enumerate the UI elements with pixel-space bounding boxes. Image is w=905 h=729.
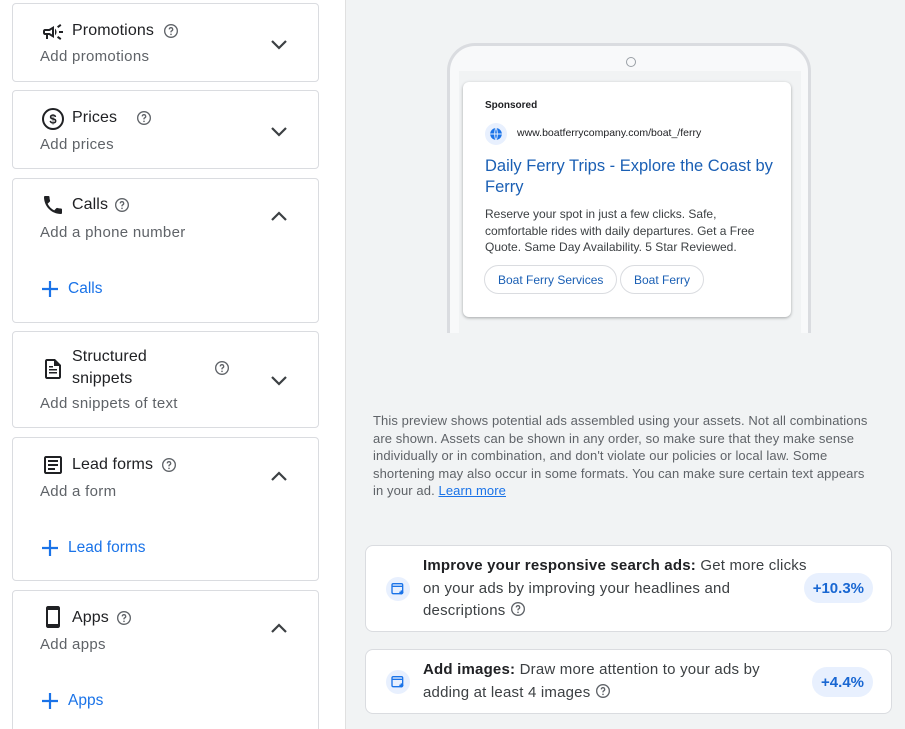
globe-icon <box>485 123 507 145</box>
section-title: Calls <box>72 196 109 213</box>
section-subtitle: Add prices <box>40 136 114 153</box>
ad-headline: Daily Ferry Trips - Explore the Coast by… <box>485 157 773 196</box>
ad-preview-card: Sponsored www.boatferrycompany.com/boat_… <box>463 82 791 317</box>
section-subtitle: Add a form <box>40 483 117 500</box>
section-title: Promotions <box>72 22 154 39</box>
section-title: Prices <box>72 109 118 126</box>
apps-section: Apps Add apps Apps <box>12 590 319 729</box>
smartphone-icon <box>41 605 65 629</box>
sitelink-chip: Boat Ferry <box>620 265 705 294</box>
asset-sections-column: Promotions Add promotions $ Prices Add p… <box>0 0 345 729</box>
sitelink-chip: Boat Ferry Services <box>484 265 618 294</box>
help-icon[interactable] <box>116 610 132 626</box>
dollar-icon: $ <box>41 107 65 131</box>
phone-camera <box>626 57 636 67</box>
section-subtitle: Add apps <box>40 636 106 653</box>
uplift-badge: +4.4% <box>812 667 873 697</box>
section-subtitle: Add promotions <box>40 48 150 65</box>
help-icon[interactable] <box>163 23 179 39</box>
chevron-down-icon[interactable] <box>269 34 289 54</box>
promotions-section[interactable]: Promotions Add promotions <box>12 3 319 82</box>
structured-snippets-section[interactable]: Structured snippets Add snippets of text <box>12 331 319 428</box>
recommendation-text: Improve your responsive search ads: Get … <box>423 555 808 623</box>
add-button-label: Lead forms <box>68 539 146 556</box>
preview-disclaimer: This preview shows potential ads assembl… <box>373 412 873 500</box>
section-title-line2: snippets <box>72 370 133 387</box>
lead-forms-section: Lead forms Add a form Lead forms <box>12 437 319 581</box>
ad-description: Reserve your spot in just a few clicks. … <box>485 207 755 254</box>
chevron-down-icon[interactable] <box>269 370 289 390</box>
help-icon[interactable] <box>161 457 177 473</box>
add-button-label: Calls <box>68 280 103 297</box>
ad-edit-icon <box>386 670 410 694</box>
section-subtitle: Add a phone number <box>40 224 186 241</box>
megaphone-icon <box>41 20 65 44</box>
section-title: Apps <box>72 609 109 626</box>
recommendation-text: Add images: Draw more attention to your … <box>423 659 808 704</box>
plus-icon <box>42 540 58 556</box>
prices-section[interactable]: $ Prices Add prices <box>12 90 319 169</box>
uplift-badge: +10.3% <box>803 573 873 603</box>
form-icon <box>41 453 65 477</box>
add-calls-button[interactable]: Calls <box>40 279 102 299</box>
chevron-up-icon[interactable] <box>269 467 289 487</box>
phone-icon <box>41 193 65 217</box>
section-title-line1: Structured <box>72 348 147 365</box>
section-title: Lead forms <box>72 456 154 473</box>
help-icon[interactable] <box>114 197 130 213</box>
recommendation-title: Improve your responsive search ads: <box>423 557 696 574</box>
recommendation-title: Add images: <box>423 661 516 678</box>
help-icon[interactable] <box>595 683 611 699</box>
sponsored-label: Sponsored <box>485 100 538 111</box>
help-icon[interactable] <box>136 110 152 126</box>
help-icon[interactable] <box>214 360 230 376</box>
document-icon <box>41 357 65 381</box>
svg-text:$: $ <box>49 112 57 127</box>
chevron-up-icon[interactable] <box>269 619 289 639</box>
ad-preview-panel: Sponsored www.boatferrycompany.com/boat_… <box>345 0 905 729</box>
add-lead-form-button[interactable]: Lead forms <box>40 538 146 558</box>
add-app-button[interactable]: Apps <box>40 691 103 711</box>
plus-icon <box>42 281 58 297</box>
section-subtitle: Add snippets of text <box>40 395 178 412</box>
chevron-down-icon[interactable] <box>269 121 289 141</box>
ad-display-url: www.boatferrycompany.com/boat_/ferry <box>517 127 702 139</box>
calls-section: Calls Add a phone number Calls <box>12 178 319 323</box>
add-button-label: Apps <box>68 692 104 709</box>
chevron-up-icon[interactable] <box>269 207 289 227</box>
ad-edit-icon <box>386 577 410 601</box>
recommendation-card[interactable]: Improve your responsive search ads: Get … <box>365 545 892 632</box>
recommendation-card[interactable]: Add images: Draw more attention to your … <box>365 649 892 714</box>
help-icon[interactable] <box>510 601 526 617</box>
learn-more-link[interactable]: Learn more <box>439 483 506 498</box>
plus-icon <box>42 693 58 709</box>
